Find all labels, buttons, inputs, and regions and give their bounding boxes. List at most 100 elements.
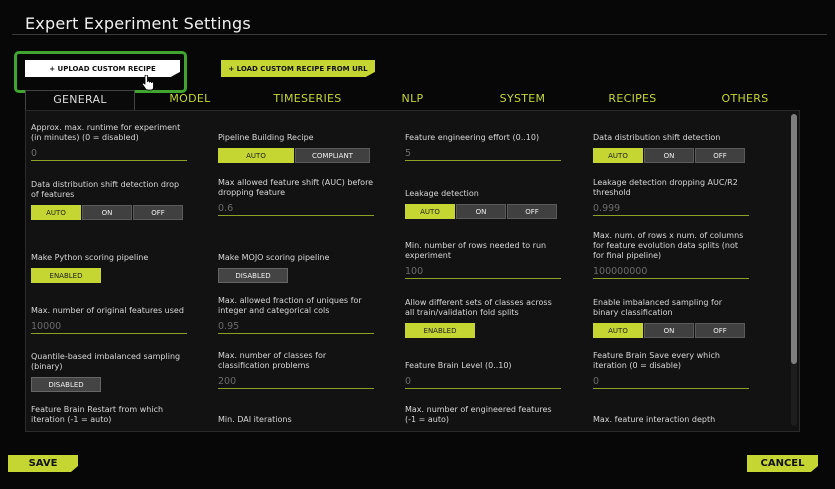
python-pipeline-toggle[interactable]: ENABLED xyxy=(31,268,101,283)
data-shift-drop-toggle: AUTO ON OFF xyxy=(31,205,187,220)
data-shift-on-option[interactable]: ON xyxy=(644,148,694,163)
setting-min-dai-iter: Min. DAI iterations xyxy=(218,415,374,425)
pipeline-recipe-toggle: AUTO COMPLIANT xyxy=(218,148,374,163)
brain-save-input[interactable]: 0 xyxy=(593,375,749,389)
imbalanced-sampling-on-option[interactable]: ON xyxy=(644,323,694,338)
max-shift-auc-input[interactable]: 0.6 xyxy=(218,202,374,216)
setting-label: Data distribution shift detection drop o… xyxy=(31,180,180,199)
setting-label: Feature Brain Save every which iteration… xyxy=(593,351,720,370)
setting-leakage-drop: Leakage detection dropping AUC/R2 thresh… xyxy=(593,178,749,216)
setting-label: Make MOJO scoring pipeline xyxy=(218,253,330,262)
tab-recipes[interactable]: RECIPES xyxy=(605,90,660,112)
setting-brain-level: Feature Brain Level (0..10) 0 xyxy=(405,361,561,389)
max-rows-cols-input[interactable]: 100000000 xyxy=(593,265,749,279)
setting-label: Leakage detection dropping AUC/R2 thresh… xyxy=(593,178,738,197)
setting-label: Max. num. of rows x num. of columns for … xyxy=(593,231,744,260)
brain-level-input[interactable]: 0 xyxy=(405,375,561,389)
fe-effort-input[interactable]: 5 xyxy=(405,147,561,161)
leakage-auto-option[interactable]: AUTO xyxy=(405,204,455,219)
panel-scrollbar[interactable] xyxy=(791,114,797,426)
setting-label: Feature Brain Level (0..10) xyxy=(405,361,512,370)
diff-class-sets-toggle[interactable]: ENABLED xyxy=(405,323,475,338)
page-title: Expert Experiment Settings xyxy=(25,14,251,33)
data-shift-drop-auto-option[interactable]: AUTO xyxy=(31,205,81,220)
load-recipe-from-url-button[interactable]: + LOAD CUSTOM RECIPE FROM URL xyxy=(221,60,375,77)
setting-label: Pipeline Building Recipe xyxy=(218,133,314,142)
setting-label: Make Python scoring pipeline xyxy=(31,253,149,262)
setting-label: Max. feature interaction depth xyxy=(593,415,716,424)
tab-system[interactable]: SYSTEM xyxy=(495,90,550,112)
setting-label: Quantile-based imbalanced sampling (bina… xyxy=(31,352,181,371)
setting-max-eng-features: Max. number of engineered features (-1 =… xyxy=(405,405,561,425)
max-classes-input[interactable]: 200 xyxy=(218,375,374,389)
setting-pipeline-recipe: Pipeline Building Recipe AUTO COMPLIANT xyxy=(218,133,374,163)
setting-data-shift: Data distribution shift detection AUTO O… xyxy=(593,133,749,163)
setting-label: Max. number of engineered features (-1 =… xyxy=(405,405,552,424)
setting-max-interaction: Max. feature interaction depth xyxy=(593,415,749,425)
setting-imbalanced-sampling: Enable imbalanced sampling for binary cl… xyxy=(593,298,749,338)
setting-label: Max. allowed fraction of uniques for int… xyxy=(218,296,362,315)
setting-data-shift-drop: Data distribution shift detection drop o… xyxy=(31,180,187,220)
max-orig-features-input[interactable]: 10000 xyxy=(31,320,187,334)
settings-tabs: GENERAL MODEL TIMESERIES NLP SYSTEM RECI… xyxy=(25,90,800,112)
title-divider xyxy=(12,34,827,35)
setting-diff-class-sets: Allow different sets of classes across a… xyxy=(405,298,561,338)
general-settings-panel: Approx. max. runtime for experiment (in … xyxy=(25,110,800,432)
setting-mojo-pipeline: Make MOJO scoring pipeline DISABLED xyxy=(218,253,374,283)
setting-label: Approx. max. runtime for experiment (in … xyxy=(31,123,181,142)
tab-nlp[interactable]: NLP xyxy=(395,90,430,112)
hand-cursor-icon xyxy=(141,75,154,91)
data-shift-auto-option[interactable]: AUTO xyxy=(593,148,643,163)
setting-max-orig-features: Max. number of original features used 10… xyxy=(31,306,187,334)
setting-fe-effort: Feature engineering effort (0..10) 5 xyxy=(405,133,561,161)
data-shift-off-option[interactable]: OFF xyxy=(695,148,745,163)
setting-max-classes: Max. number of classes for classificatio… xyxy=(218,351,374,389)
tab-general[interactable]: GENERAL xyxy=(25,90,135,112)
setting-python-pipeline: Make Python scoring pipeline ENABLED xyxy=(31,253,187,283)
quantile-sampling-toggle[interactable]: DISABLED xyxy=(31,377,101,392)
leakage-off-option[interactable]: OFF xyxy=(507,204,557,219)
save-button[interactable]: SAVE xyxy=(8,455,78,472)
cancel-button[interactable]: CANCEL xyxy=(747,455,818,472)
leakage-on-option[interactable]: ON xyxy=(456,204,506,219)
setting-label: Allow different sets of classes across a… xyxy=(405,298,552,317)
setting-max-runtime: Approx. max. runtime for experiment (in … xyxy=(31,123,187,161)
imbalanced-sampling-toggle: AUTO ON OFF xyxy=(593,323,749,338)
pipeline-recipe-compliant-option[interactable]: COMPLIANT xyxy=(295,148,370,163)
imbalanced-sampling-off-option[interactable]: OFF xyxy=(695,323,745,338)
data-shift-toggle: AUTO ON OFF xyxy=(593,148,749,163)
min-rows-input[interactable]: 100 xyxy=(405,265,561,279)
setting-brain-restart: Feature Brain Restart from which iterati… xyxy=(31,405,187,425)
tab-others[interactable]: OTHERS xyxy=(720,90,770,112)
setting-label: Enable imbalanced sampling for binary cl… xyxy=(593,298,723,317)
setting-max-shift-auc: Max allowed feature shift (AUC) before d… xyxy=(218,178,374,216)
leakage-toggle: AUTO ON OFF xyxy=(405,204,561,219)
setting-label: Max. number of classes for classificatio… xyxy=(218,351,327,370)
tab-timeseries[interactable]: TIMESERIES xyxy=(265,90,350,112)
setting-max-unique-frac: Max. allowed fraction of uniques for int… xyxy=(218,296,374,334)
leakage-drop-input[interactable]: 0.999 xyxy=(593,202,749,216)
setting-leakage: Leakage detection AUTO ON OFF xyxy=(405,189,561,219)
setting-brain-save: Feature Brain Save every which iteration… xyxy=(593,351,749,389)
setting-label: Max. number of original features used xyxy=(31,306,184,315)
max-unique-frac-input[interactable]: 0.95 xyxy=(218,320,374,334)
setting-label: Leakage detection xyxy=(405,189,479,198)
setting-label: Min. number of rows needed to run experi… xyxy=(405,241,547,260)
setting-label: Feature engineering effort (0..10) xyxy=(405,133,540,142)
data-shift-drop-off-option[interactable]: OFF xyxy=(133,205,183,220)
setting-label: Data distribution shift detection xyxy=(593,133,721,142)
setting-label: Feature Brain Restart from which iterati… xyxy=(31,405,164,424)
tab-model[interactable]: MODEL xyxy=(160,90,220,112)
setting-label: Min. DAI iterations xyxy=(218,415,292,424)
setting-quantile-sampling: Quantile-based imbalanced sampling (bina… xyxy=(31,352,187,392)
upload-custom-recipe-button[interactable]: + UPLOAD CUSTOM RECIPE xyxy=(25,60,180,77)
max-runtime-input[interactable]: 0 xyxy=(31,147,187,161)
data-shift-drop-on-option[interactable]: ON xyxy=(82,205,132,220)
scrollbar-thumb[interactable] xyxy=(791,114,797,364)
setting-label: Max allowed feature shift (AUC) before d… xyxy=(218,178,374,197)
setting-max-rows-cols: Max. num. of rows x num. of columns for … xyxy=(593,231,749,279)
imbalanced-sampling-auto-option[interactable]: AUTO xyxy=(593,323,643,338)
pipeline-recipe-auto-option[interactable]: AUTO xyxy=(218,148,294,163)
mojo-pipeline-toggle[interactable]: DISABLED xyxy=(218,268,288,283)
setting-min-rows: Min. number of rows needed to run experi… xyxy=(405,241,561,279)
